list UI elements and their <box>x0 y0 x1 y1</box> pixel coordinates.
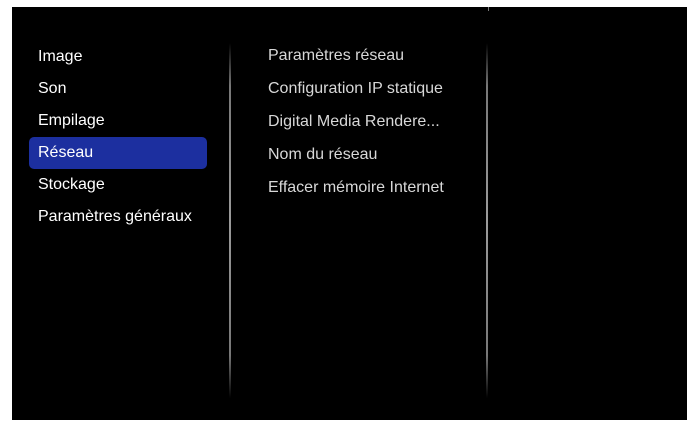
submenu-item-configuration-ip-statique[interactable]: Configuration IP statique <box>268 72 480 105</box>
submenu: Paramètres réseau Configuration IP stati… <box>268 39 480 204</box>
menu-item-reseau[interactable]: Réseau <box>29 137 207 169</box>
menu-item-empilage[interactable]: Empilage <box>29 105 209 137</box>
menu-item-son[interactable]: Son <box>29 73 209 105</box>
menu-item-parametres-generaux[interactable]: Paramètres généraux <box>29 201 209 233</box>
submenu-item-effacer-memoire-internet[interactable]: Effacer mémoire Internet <box>268 171 480 204</box>
column-divider-right <box>486 43 488 398</box>
submenu-item-digital-media-renderer[interactable]: Digital Media Rendere... <box>268 105 480 138</box>
osd-screen: Image Son Empilage Réseau Stockage Param… <box>12 7 687 420</box>
main-menu: Image Son Empilage Réseau Stockage Param… <box>29 41 209 233</box>
menu-item-image[interactable]: Image <box>29 41 209 73</box>
column-divider-left <box>229 43 231 398</box>
submenu-item-parametres-reseau[interactable]: Paramètres réseau <box>268 39 480 72</box>
top-marker <box>488 7 489 11</box>
submenu-item-nom-du-reseau[interactable]: Nom du réseau <box>268 138 480 171</box>
menu-item-stockage[interactable]: Stockage <box>29 169 209 201</box>
